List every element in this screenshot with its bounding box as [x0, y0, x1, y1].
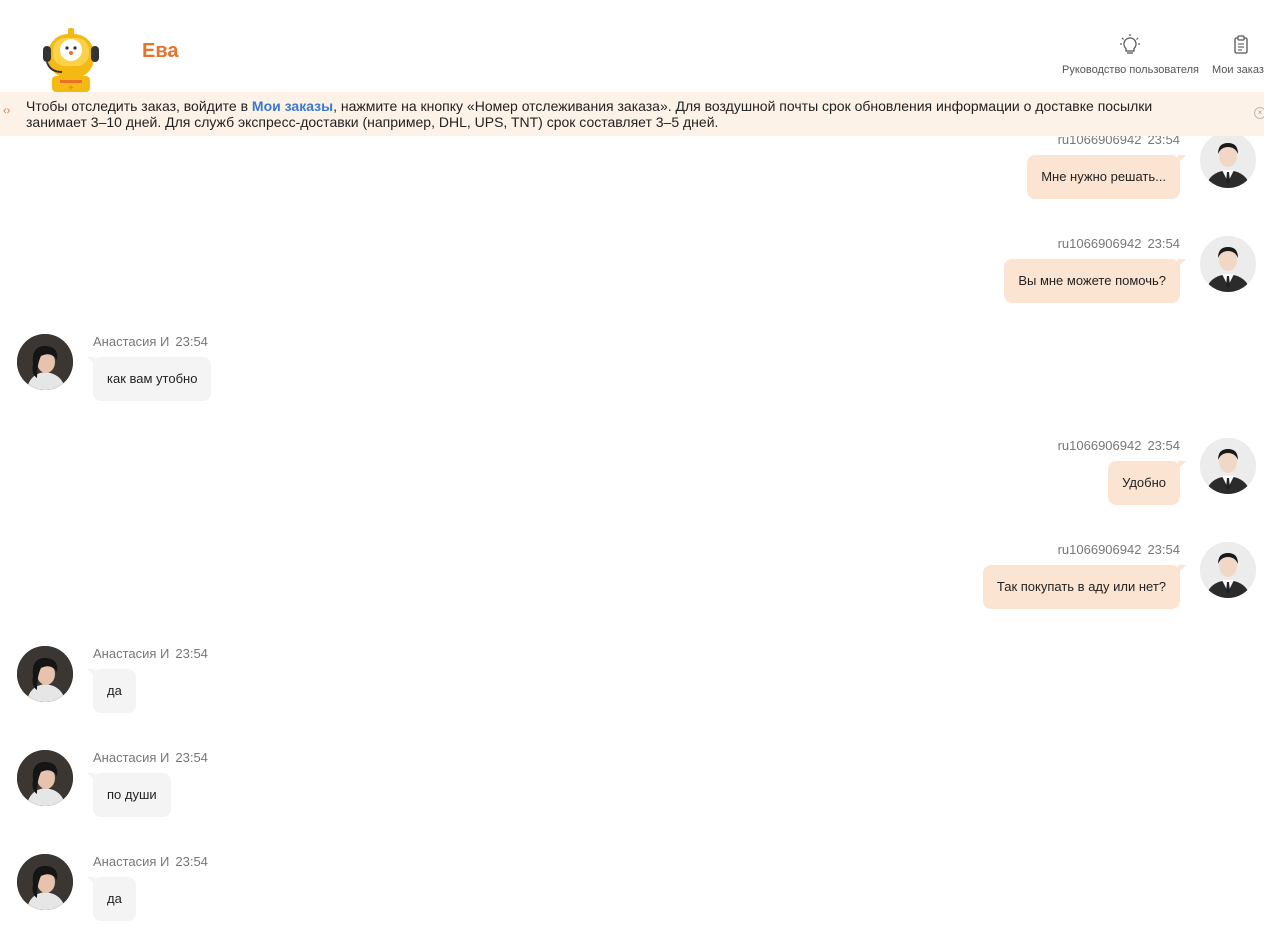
message-meta: ru1066906942 23:54: [1058, 542, 1180, 557]
chat-header: + Ева Руководство пользователя Мои заказ: [0, 0, 1264, 92]
message-time: 23:54: [175, 646, 208, 661]
my-orders-button[interactable]: Мои заказ: [1212, 34, 1264, 76]
message-time: 23:54: [175, 750, 208, 765]
message-bubble[interactable]: Вы мне можете помочь?: [1004, 259, 1186, 303]
message-meta: Анастасия И 23:54: [93, 334, 208, 349]
message-sender: Анастасия И: [93, 854, 170, 869]
my-orders-link[interactable]: Мои заказы: [252, 98, 333, 114]
bot-name: Ева: [142, 40, 179, 62]
message-meta: ru1066906942 23:54: [1058, 236, 1180, 251]
svg-text:+: +: [68, 83, 75, 92]
user-guide-label: Руководство пользователя: [1062, 64, 1199, 76]
message-bubble[interactable]: Удобно: [1108, 461, 1186, 505]
notice-text-before: Чтобы отследить заказ, войдите в: [26, 98, 252, 114]
message-meta: Анастасия И 23:54: [93, 854, 208, 869]
message-bubble[interactable]: Так покупать в аду или нет?: [982, 565, 1187, 609]
message-time: 23:54: [1147, 236, 1180, 251]
message-meta: ru1066906942 23:54: [1058, 438, 1180, 453]
message-time: 23:54: [175, 854, 208, 869]
megaphone-icon: ‹›: [3, 105, 11, 117]
agent-avatar: [17, 750, 73, 806]
user-avatar: [1200, 236, 1256, 292]
message-time: 23:54: [1147, 136, 1180, 147]
agent-avatar: [17, 334, 73, 390]
message-incoming: Анастасия И 23:54 да: [0, 646, 1264, 750]
message-incoming: Анастасия И 23:54 по души: [0, 750, 1264, 854]
message-outgoing: ru1066906942 23:54 Мне нужно решать...: [0, 136, 1264, 236]
message-outgoing: ru1066906942 23:54 Вы мне можете помочь?: [0, 236, 1264, 340]
message-meta: ru1066906942 23:54: [1058, 136, 1180, 147]
message-bubble[interactable]: по души: [87, 773, 171, 817]
clipboard-icon: [1234, 35, 1248, 54]
agent-avatar: [17, 646, 73, 702]
message-sender: Анастасия И: [93, 750, 170, 765]
lightbulb-icon: [1120, 34, 1140, 54]
message-sender: ru1066906942: [1057, 542, 1142, 557]
message-time: 23:54: [1147, 542, 1180, 557]
my-orders-label: Мои заказ: [1212, 64, 1264, 76]
user-avatar: [1200, 136, 1256, 188]
message-sender: Анастасия И: [93, 334, 170, 349]
message-bubble[interactable]: как вам утобно: [86, 357, 212, 401]
agent-avatar: [17, 854, 73, 910]
bot-avatar: +: [43, 28, 99, 92]
message-bubble[interactable]: да: [87, 877, 136, 921]
message-time: 23:54: [175, 334, 208, 349]
message-incoming: Анастасия И 23:54 да: [0, 854, 1264, 943]
message-sender: ru1066906942: [1057, 236, 1142, 251]
chat-messages[interactable]: ru1066906942 23:54 Мне нужно решать... ru…: [0, 136, 1264, 943]
message-outgoing: ru1066906942 23:54 Так покупать в аду или…: [0, 542, 1264, 646]
message-sender: ru1066906942: [1057, 136, 1142, 147]
message-outgoing: ru1066906942 23:54 Удобно: [0, 438, 1264, 542]
user-avatar: [1200, 438, 1256, 494]
message-bubble[interactable]: Мне нужно решать...: [1027, 155, 1186, 199]
message-time: 23:54: [1147, 438, 1180, 453]
user-avatar: [1200, 542, 1256, 598]
message-bubble[interactable]: да: [87, 669, 136, 713]
close-icon[interactable]: ×: [1254, 107, 1264, 119]
message-meta: Анастасия И 23:54: [93, 646, 208, 661]
tracking-notice-banner: ‹› Чтобы отследить заказ, войдите в Мои …: [0, 92, 1264, 136]
tracking-notice-text: Чтобы отследить заказ, войдите в Мои зак…: [26, 98, 1216, 130]
message-meta: Анастасия И 23:54: [93, 750, 208, 765]
message-sender: ru1066906942: [1057, 438, 1142, 453]
message-incoming: Анастасия И 23:54 как вам утобно: [0, 334, 1264, 438]
message-sender: Анастасия И: [93, 646, 170, 661]
user-guide-button[interactable]: Руководство пользователя: [1062, 34, 1199, 76]
